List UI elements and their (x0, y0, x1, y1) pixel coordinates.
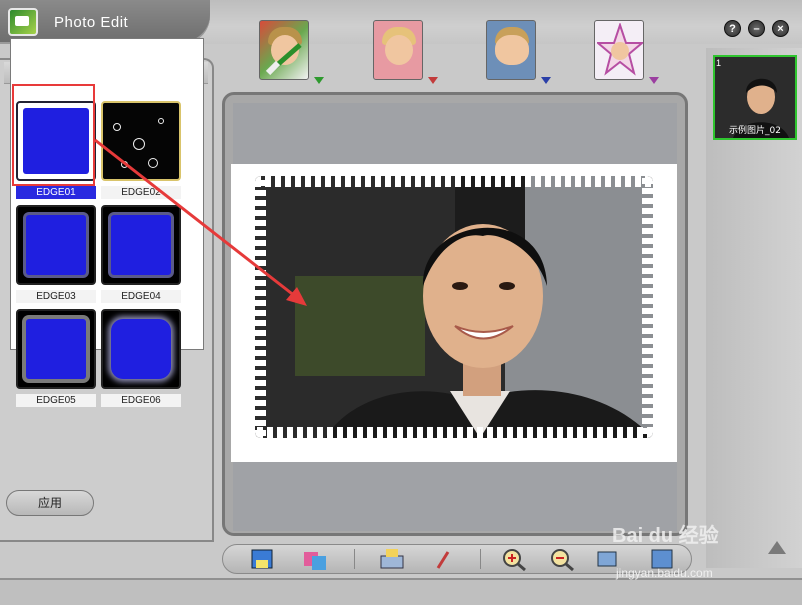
edit-icon[interactable] (430, 546, 458, 572)
print-icon[interactable] (378, 546, 406, 572)
save-icon[interactable] (248, 546, 276, 572)
watermark-url: jingyan.baidu.com (616, 566, 713, 580)
watermark-logo: Bai du 经验 (612, 525, 719, 547)
thumbnail-label: 示例图片_02 (729, 126, 781, 136)
toolbar-separator (354, 549, 355, 569)
zoom-in-icon[interactable] (500, 546, 528, 572)
photo-edit-window: Photo Edit ? – × 毛边 EDGE01 ED (0, 0, 802, 605)
save-as-icon[interactable] (302, 546, 330, 572)
status-bar (0, 578, 802, 605)
toolbar-separator (480, 549, 481, 569)
scroll-up-icon[interactable] (766, 538, 788, 558)
annotation-arrow (94, 138, 307, 306)
thumbnail-number: 1 (716, 58, 722, 68)
zoom-out-icon[interactable] (548, 546, 576, 572)
